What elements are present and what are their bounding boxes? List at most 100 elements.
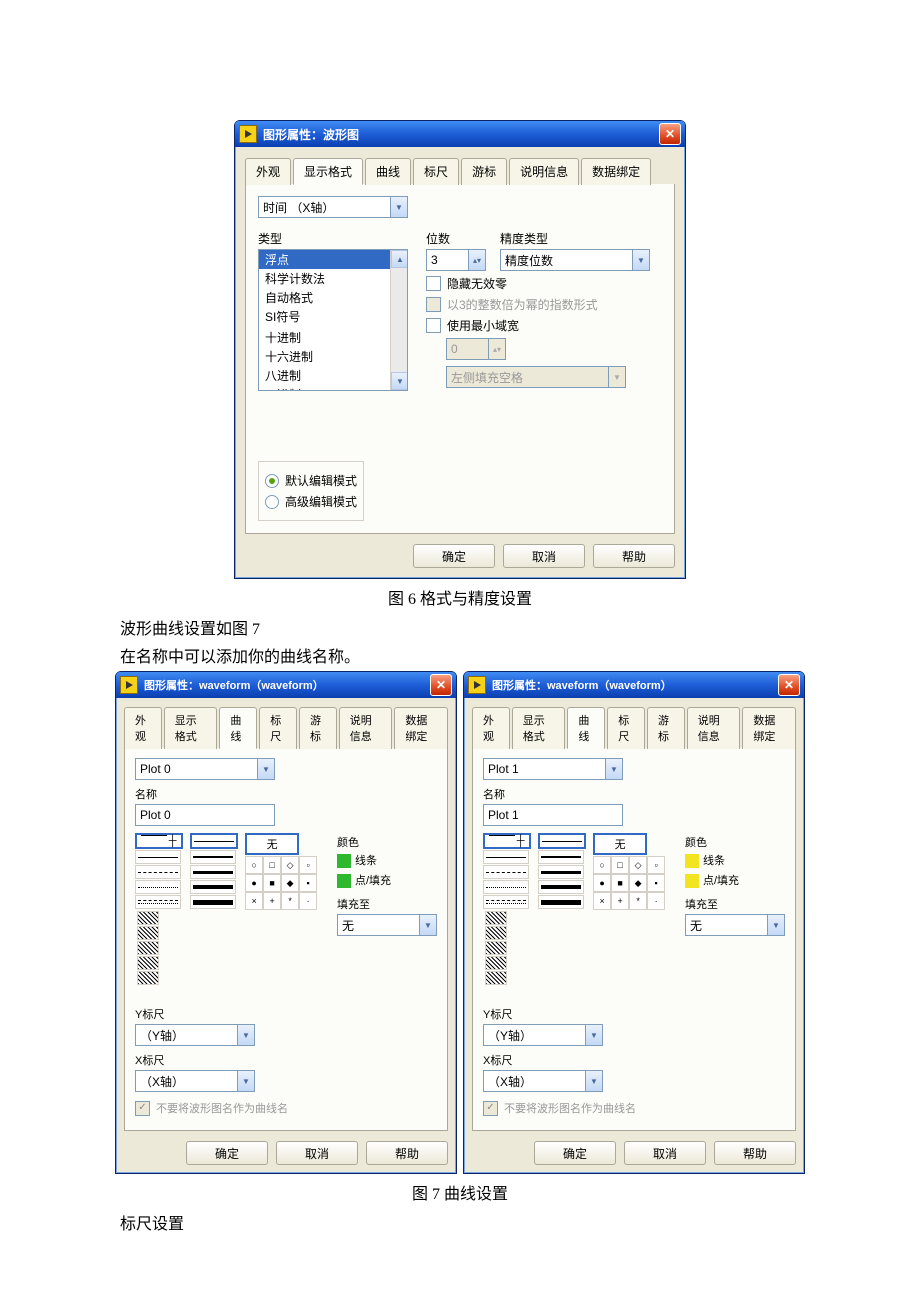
tab-databind[interactable]: 数据绑定 (742, 707, 796, 749)
chevron-down-icon: ▼ (237, 1071, 254, 1091)
tab-doc[interactable]: 说明信息 (509, 158, 579, 185)
cancel-button[interactable]: 取消 (503, 544, 585, 568)
chevron-down-icon: ▼ (585, 1025, 602, 1045)
axis-select-value: 时间 （X轴） (263, 199, 334, 216)
xscale-select[interactable]: （X轴）▼ (135, 1070, 255, 1092)
list-item[interactable]: 十六进制 (259, 347, 407, 366)
figure-caption-6: 图 6 格式与精度设置 (0, 585, 920, 609)
marker-grid[interactable]: ○□◇▫ ●■◆▪ ×+*· (245, 856, 317, 910)
close-icon[interactable]: ✕ (778, 674, 800, 696)
titlebar[interactable]: 图形属性：waveform（waveform） ✕ (116, 672, 456, 698)
app-icon (468, 676, 486, 694)
yscale-select[interactable]: （Y轴）▼ (483, 1024, 603, 1046)
titlebar[interactable]: 图形属性：waveform（waveform） ✕ (464, 672, 804, 698)
precision-label: 精度类型 (500, 230, 662, 247)
ok-button[interactable]: 确定 (413, 544, 495, 568)
tab-format[interactable]: 显示格式 (293, 158, 363, 185)
tab-plots[interactable]: 曲线 (567, 707, 605, 749)
help-button[interactable]: 帮助 (593, 544, 675, 568)
app-icon (239, 125, 257, 143)
tab-appearance[interactable]: 外观 (245, 158, 291, 185)
marker-grid[interactable]: ○□◇▫ ●■◆▪ ×+*· (593, 856, 665, 910)
window-title: 图形属性：waveform（waveform） (492, 677, 778, 693)
tab-databind[interactable]: 数据绑定 (581, 158, 651, 185)
panel-plot: Plot 0▼ 名称 Plot 0 ┼ (124, 748, 448, 1131)
type-listbox[interactable]: 浮点 科学计数法 自动格式 SI符号 十进制 十六进制 八进制 二进制 ▲ ▼ (258, 249, 408, 391)
tab-cursors[interactable]: 游标 (461, 158, 507, 185)
line-style-group[interactable]: ┼ (135, 832, 183, 910)
scrollbar[interactable]: ▲ ▼ (390, 250, 407, 390)
scroll-down-icon[interactable]: ▼ (391, 372, 408, 390)
tab-plots[interactable]: 曲线 (365, 158, 411, 185)
name-label: 名称 (135, 786, 437, 802)
tab-format[interactable]: 显示格式 (164, 707, 218, 749)
cancel-button[interactable]: 取消 (624, 1141, 706, 1165)
legend-fill[interactable]: 点/填充 (685, 872, 785, 888)
list-item[interactable]: 十进制 (259, 328, 407, 347)
close-icon[interactable]: ✕ (430, 674, 452, 696)
scroll-up-icon[interactable]: ▲ (391, 250, 408, 268)
interp-group[interactable] (485, 910, 507, 986)
close-icon[interactable]: ✕ (659, 123, 681, 145)
line-width-group[interactable] (190, 832, 238, 910)
ok-button[interactable]: 确定 (186, 1141, 268, 1165)
xscale-select[interactable]: （X轴）▼ (483, 1070, 603, 1092)
marker-none[interactable]: 无 (593, 833, 647, 855)
marker-none[interactable]: 无 (245, 833, 299, 855)
color-swatch-line (685, 854, 699, 868)
chk-min-field[interactable]: 使用最小域宽 (426, 317, 662, 334)
color-swatch-fill (337, 874, 351, 888)
tab-cursors[interactable]: 游标 (647, 707, 685, 749)
color-swatch-line (337, 854, 351, 868)
list-item[interactable]: 八进制 (259, 366, 407, 385)
tab-format[interactable]: 显示格式 (512, 707, 566, 749)
tab-appearance[interactable]: 外观 (472, 707, 510, 749)
checkbox-icon (135, 1101, 150, 1116)
legend-line[interactable]: 线条 (685, 852, 785, 868)
tab-scales[interactable]: 标尺 (413, 158, 459, 185)
tab-doc[interactable]: 说明信息 (339, 707, 393, 749)
fill-to-select[interactable]: 无▼ (337, 914, 437, 936)
tab-appearance[interactable]: 外观 (124, 707, 162, 749)
chk-exp3: 以3的整数倍为幂的指数形式 (426, 296, 662, 313)
plot-select[interactable]: Plot 1▼ (483, 758, 623, 780)
titlebar[interactable]: 图形属性：波形图 ✕ (235, 121, 685, 147)
radio-advanced-mode[interactable]: 高级编辑模式 (265, 493, 357, 510)
line-width-group[interactable] (538, 832, 586, 910)
tab-scales[interactable]: 标尺 (607, 707, 645, 749)
axis-select[interactable]: 时间 （X轴） ▼ (258, 196, 408, 218)
list-item[interactable]: 自动格式 (259, 288, 407, 307)
tab-scales[interactable]: 标尺 (259, 707, 297, 749)
list-item[interactable]: SI符号 (259, 307, 407, 326)
tabstrip: 外观 显示格式 曲线 标尺 游标 说明信息 数据绑定 (124, 706, 448, 749)
tab-databind[interactable]: 数据绑定 (394, 707, 448, 749)
radio-default-mode[interactable]: 默认编辑模式 (265, 472, 357, 489)
name-input[interactable]: Plot 0 (135, 804, 275, 826)
list-item[interactable]: 二进制 (259, 385, 407, 391)
name-input[interactable]: Plot 1 (483, 804, 623, 826)
tab-cursors[interactable]: 游标 (299, 707, 337, 749)
line-style-group[interactable]: ┼ (483, 832, 531, 910)
precision-select[interactable]: 精度位数 ▼ (500, 249, 650, 271)
help-button[interactable]: 帮助 (714, 1141, 796, 1165)
plot-select[interactable]: Plot 0▼ (135, 758, 275, 780)
cancel-button[interactable]: 取消 (276, 1141, 358, 1165)
legend-line[interactable]: 线条 (337, 852, 437, 868)
list-item[interactable]: 浮点 (259, 250, 407, 269)
legend-fill[interactable]: 点/填充 (337, 872, 437, 888)
yscale-select[interactable]: （Y轴）▼ (135, 1024, 255, 1046)
ok-button[interactable]: 确定 (534, 1141, 616, 1165)
color-label: 颜色 (685, 834, 785, 850)
tab-plots[interactable]: 曲线 (219, 707, 257, 749)
spinner-icon: ▴▾ (488, 339, 505, 359)
pad-select: 左侧填充空格 ▼ (446, 366, 626, 388)
tabstrip: 外观 显示格式 曲线 标尺 游标 说明信息 数据绑定 (245, 157, 675, 185)
list-item[interactable]: 科学计数法 (259, 269, 407, 288)
chk-hide-zero[interactable]: 隐藏无效零 (426, 275, 662, 292)
help-button[interactable]: 帮助 (366, 1141, 448, 1165)
chevron-down-icon: ▼ (237, 1025, 254, 1045)
fill-to-select[interactable]: 无▼ (685, 914, 785, 936)
tab-doc[interactable]: 说明信息 (687, 707, 741, 749)
digits-spinner[interactable]: 3 ▴▾ (426, 249, 486, 271)
interp-group[interactable] (137, 910, 159, 986)
